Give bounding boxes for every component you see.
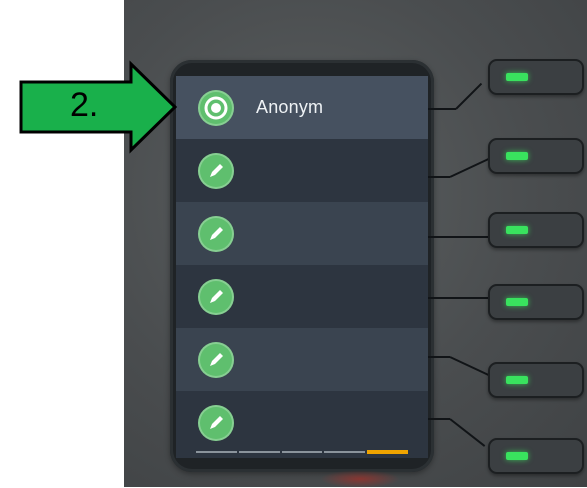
page-indicator-segment-active bbox=[367, 450, 408, 454]
connector-line bbox=[428, 356, 450, 358]
led-indicator bbox=[506, 226, 528, 234]
pencil-icon bbox=[198, 342, 234, 378]
line-key-row-1[interactable]: Anonym bbox=[176, 76, 428, 139]
page-indicator bbox=[196, 450, 408, 454]
led-indicator bbox=[506, 298, 528, 306]
line-key-button-1[interactable] bbox=[488, 59, 584, 95]
led-indicator bbox=[506, 73, 528, 81]
led-indicator bbox=[506, 376, 528, 384]
line-key-button-3[interactable] bbox=[488, 212, 584, 248]
line-key-row-4[interactable] bbox=[176, 265, 428, 328]
connector-line bbox=[428, 297, 490, 299]
connector-line bbox=[428, 418, 450, 420]
line-key-row-6[interactable] bbox=[176, 391, 428, 454]
page-indicator-segment bbox=[281, 451, 323, 453]
pencil-icon bbox=[198, 216, 234, 252]
line-key-label: Anonym bbox=[256, 97, 324, 117]
connector-line bbox=[428, 108, 456, 110]
page-indicator-segment bbox=[196, 451, 237, 453]
led-indicator bbox=[506, 152, 528, 160]
connector-line bbox=[428, 236, 490, 238]
page-indicator-segment bbox=[324, 451, 366, 453]
line-key-button-5[interactable] bbox=[488, 362, 584, 398]
led-indicator bbox=[506, 452, 528, 460]
line-key-button-4[interactable] bbox=[488, 284, 584, 320]
line-key-button-6[interactable] bbox=[488, 438, 584, 474]
phone-display: Anonym bbox=[176, 76, 428, 458]
annotation-step-label: 2. bbox=[70, 86, 99, 124]
pencil-icon bbox=[198, 153, 234, 189]
status-glow bbox=[320, 470, 400, 488]
line-key-row-3[interactable] bbox=[176, 202, 428, 265]
line-key-row-2[interactable] bbox=[176, 139, 428, 202]
target-icon bbox=[198, 90, 234, 126]
line-key-row-5[interactable] bbox=[176, 328, 428, 391]
pencil-icon bbox=[198, 405, 234, 441]
page-indicator-segment bbox=[238, 451, 280, 453]
pencil-icon bbox=[198, 279, 234, 315]
line-key-button-2[interactable] bbox=[488, 138, 584, 174]
connector-line bbox=[428, 176, 450, 178]
